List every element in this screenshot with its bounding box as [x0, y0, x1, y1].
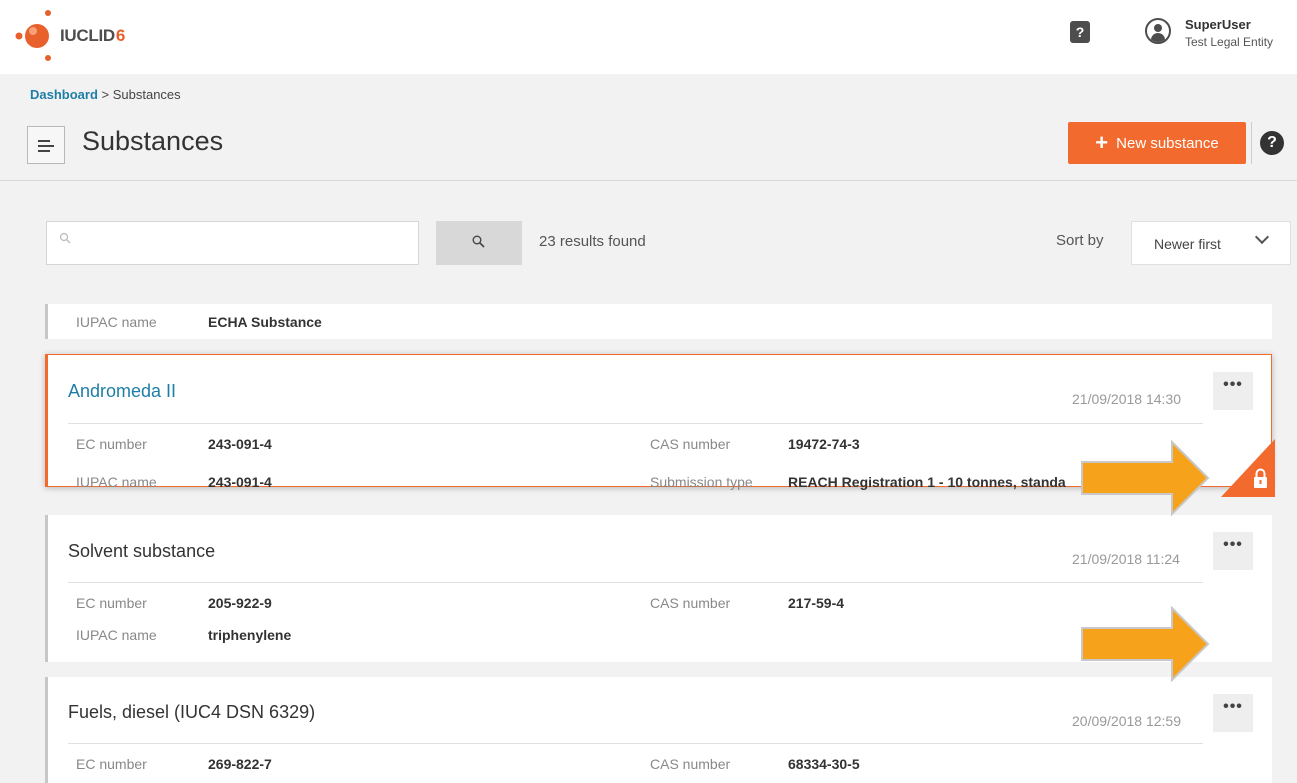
ec-value: 269-822-7 [208, 756, 272, 772]
search-icon [59, 232, 71, 244]
ec-label: EC number [76, 436, 147, 452]
submission-type-label: Submission type [650, 474, 753, 490]
breadcrumb-dashboard-link[interactable]: Dashboard [30, 87, 98, 102]
iuclid-logo[interactable]: IUCLID6 [10, 10, 150, 62]
ec-label: EC number [76, 595, 147, 611]
breadcrumb: Dashboard > Substances [30, 87, 181, 102]
ec-label: EC number [76, 756, 147, 772]
new-substance-button[interactable]: + New substance [1068, 122, 1246, 164]
submission-type-value: REACH Registration 1 - 10 tonnes, standa [788, 474, 1066, 490]
substance-title[interactable]: Fuels, diesel (IUC4 DSN 6329) [68, 702, 315, 723]
annotation-arrow-icon [1081, 606, 1210, 682]
cas-value: 68334-30-5 [788, 756, 860, 772]
question-doc-icon[interactable]: ? [1070, 21, 1090, 43]
more-actions-button[interactable]: ••• [1213, 372, 1253, 410]
annotation-arrow-icon [1081, 440, 1210, 516]
top-header: IUCLID6 ? SuperUser Test Legal Entity [0, 0, 1297, 74]
ec-value: 243-091-4 [208, 436, 272, 452]
header-divider [1251, 122, 1252, 164]
substance-title-link[interactable]: Andromeda II [68, 381, 176, 402]
title-divider [0, 180, 1297, 181]
search-button[interactable] [436, 221, 522, 265]
substance-date: 20/09/2018 12:59 [1072, 713, 1181, 729]
substance-card[interactable]: IUPAC name ECHA Substance [45, 304, 1272, 339]
iupac-label: IUPAC name [76, 627, 157, 643]
results-count: 23 results found [539, 233, 646, 250]
plus-icon: + [1095, 130, 1109, 155]
iupac-label: IUPAC name [76, 474, 157, 490]
sort-selected-value: Newer first [1154, 236, 1221, 252]
card-separator [68, 582, 1203, 583]
more-actions-button[interactable]: ••• [1213, 532, 1253, 570]
card-separator [68, 423, 1203, 424]
breadcrumb-current: Substances [112, 87, 181, 102]
user-name[interactable]: SuperUser [1185, 17, 1251, 32]
sidebar-toggle-button[interactable] [27, 126, 65, 164]
iupac-value: ECHA Substance [208, 314, 322, 330]
new-substance-label: New substance [1116, 134, 1219, 152]
ec-value: 205-922-9 [208, 595, 272, 611]
page-title: Substances [82, 126, 224, 156]
user-legal-entity: Test Legal Entity [1185, 35, 1274, 49]
more-actions-button[interactable]: ••• [1213, 694, 1253, 732]
substance-card[interactable]: Fuels, diesel (IUC4 DSN 6329) 20/09/2018… [45, 677, 1272, 783]
cas-label: CAS number [650, 436, 731, 452]
logo-text: IUCLID6 [60, 26, 126, 45]
search-icon [472, 235, 485, 248]
cas-label: CAS number [650, 756, 731, 772]
substance-title[interactable]: Solvent substance [68, 541, 215, 562]
iupac-value: triphenylene [208, 627, 292, 643]
cas-label: CAS number [650, 595, 731, 611]
substance-date: 21/09/2018 11:24 [1072, 551, 1180, 567]
sort-select[interactable]: Newer first [1131, 221, 1291, 265]
card-separator [68, 743, 1203, 744]
cas-value: 217-59-4 [788, 595, 845, 611]
iupac-label: IUPAC name [76, 314, 157, 330]
user-circle-icon[interactable] [1145, 18, 1171, 44]
cas-value: 19472-74-3 [788, 436, 860, 452]
search-input[interactable] [46, 221, 419, 265]
iupac-value: 243-091-4 [208, 474, 272, 490]
substance-date: 21/09/2018 14:30 [1072, 391, 1181, 407]
breadcrumb-separator: > [97, 87, 113, 102]
question-circle-icon[interactable]: ? [1260, 131, 1284, 155]
lock-icon [1221, 439, 1275, 497]
sort-label: Sort by [1056, 232, 1104, 249]
chevron-down-icon [1254, 229, 1270, 245]
